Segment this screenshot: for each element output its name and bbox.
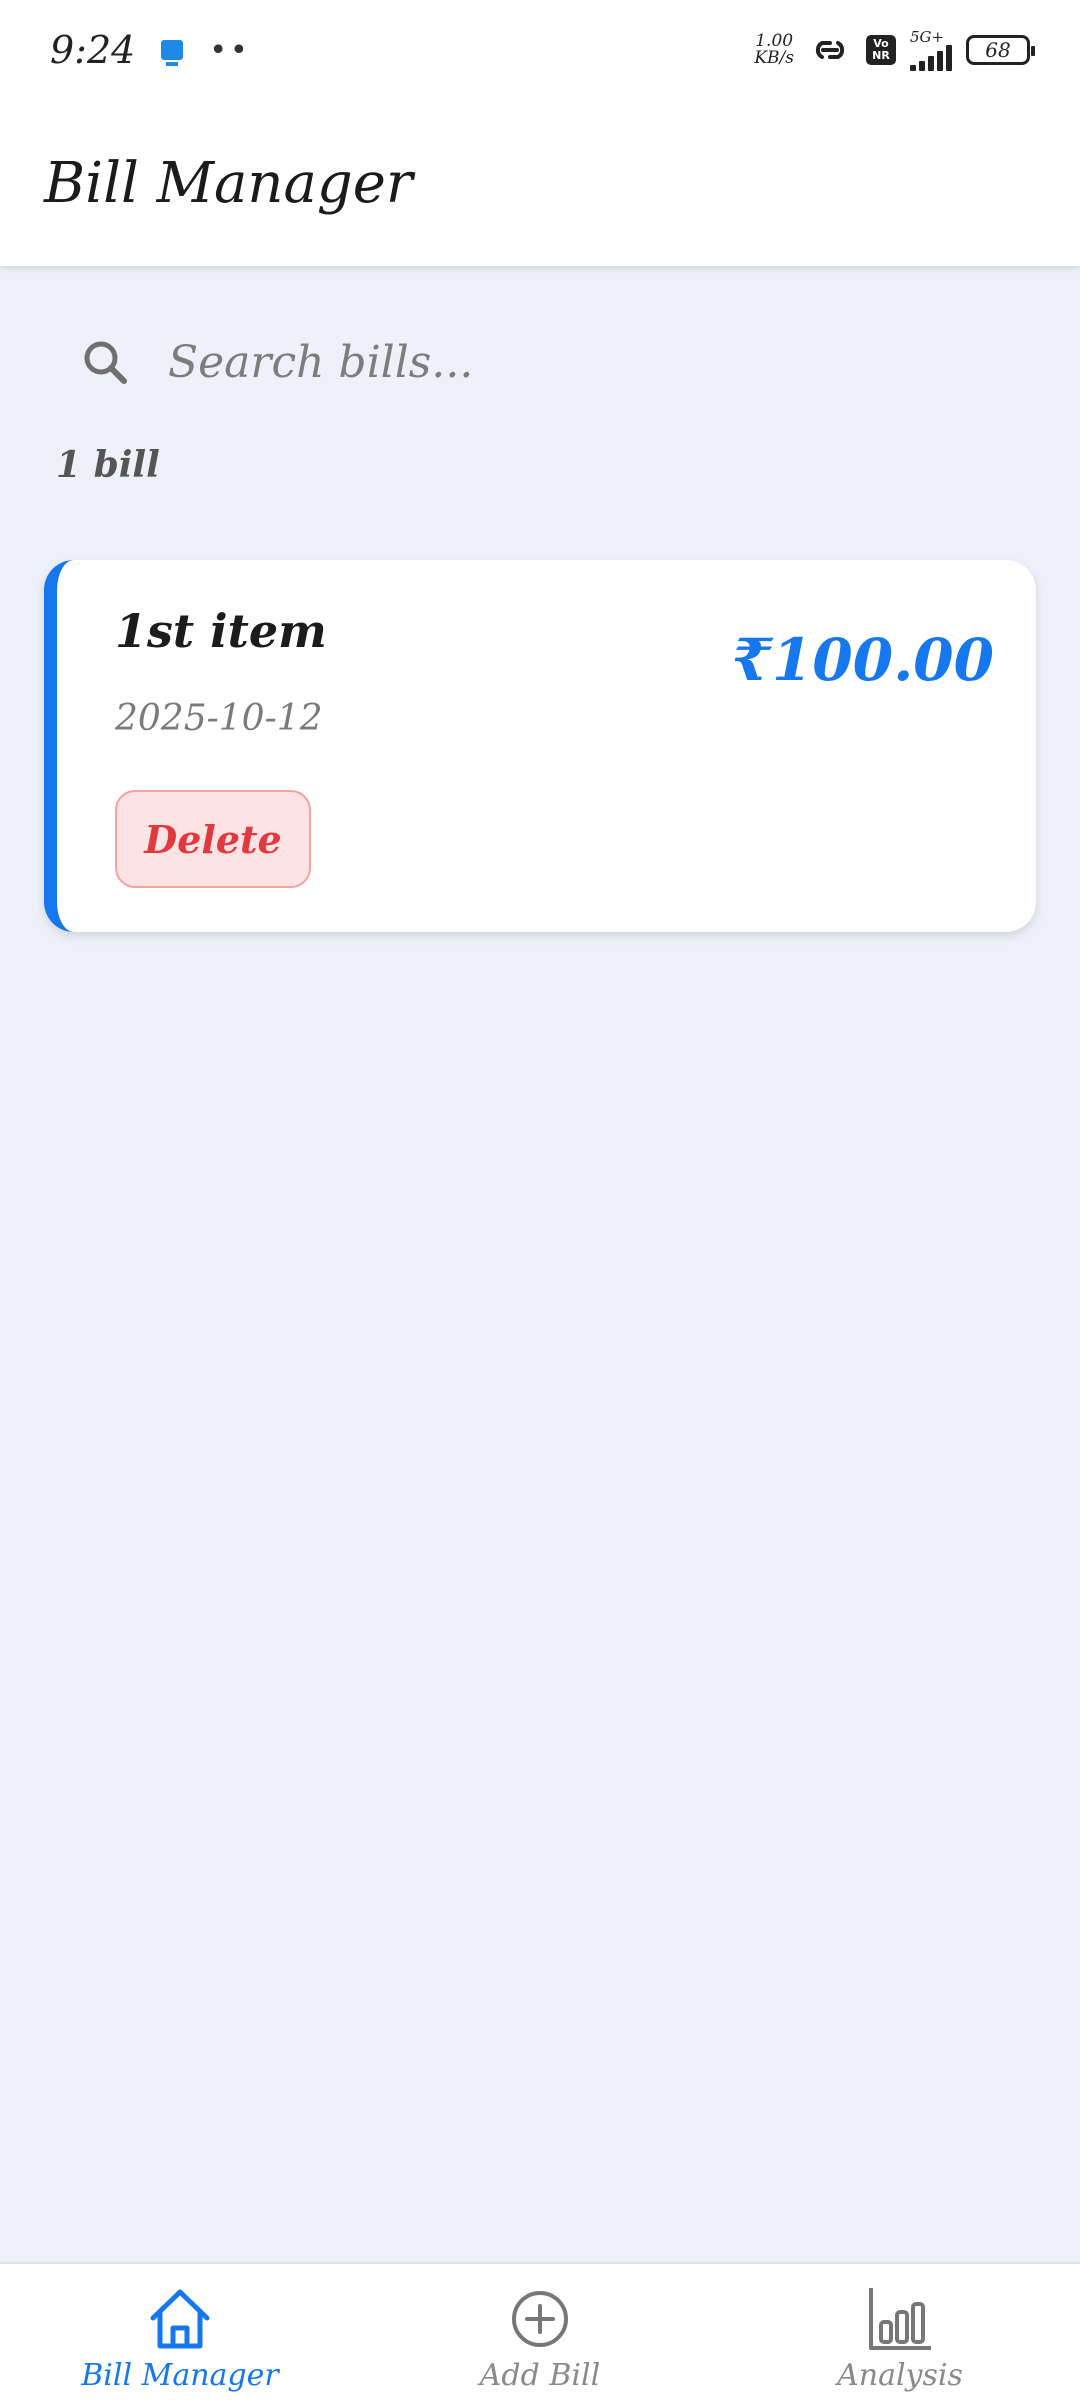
- app-bar: Bill Manager: [0, 100, 1080, 266]
- network-speed-unit: KB/s: [754, 48, 794, 68]
- battery-icon: 68: [966, 35, 1035, 65]
- status-time: 9:24: [50, 28, 136, 72]
- bill-card[interactable]: 1st item 2025-10-12 ₹100.00 Delete: [44, 560, 1036, 932]
- hotspot-link-icon: [815, 41, 845, 59]
- signal-bar: [928, 55, 934, 71]
- bill-name: 1st item: [115, 604, 327, 658]
- signal-bar: [946, 44, 952, 71]
- bill-count: 1 bill: [56, 444, 160, 486]
- nav-label: Add Bill: [479, 2358, 601, 2393]
- home-icon: [150, 2289, 210, 2349]
- nav-item-analysis[interactable]: Analysis: [720, 2264, 1080, 2400]
- search-input[interactable]: [168, 336, 948, 388]
- network-speed: 1.00 KB/s: [754, 33, 794, 67]
- vonr-icon: Vo NR: [866, 35, 896, 65]
- signal-icon: 5G+: [910, 27, 952, 71]
- page-title: Bill Manager: [44, 150, 413, 216]
- more-notifications-icon: ••: [209, 32, 251, 68]
- add-circle-icon: [512, 2291, 568, 2347]
- search-icon: [84, 341, 127, 384]
- notification-app-icon: [161, 40, 184, 66]
- delete-button[interactable]: Delete: [115, 790, 311, 888]
- app-screen: 9:24 •• 1.00 KB/s Vo NR 5G+ 68 Bill Mana…: [0, 0, 1080, 2400]
- status-bar: 9:24 •• 1.00 KB/s Vo NR 5G+ 68: [0, 0, 1080, 100]
- search-bar: [80, 322, 1000, 402]
- signal-bar: [910, 64, 916, 71]
- bill-amount: ₹100.00: [731, 626, 994, 694]
- nav-item-bill-manager[interactable]: Bill Manager: [0, 2264, 360, 2400]
- signal-bar: [919, 60, 925, 71]
- signal-bar: [937, 50, 943, 71]
- vonr-line2: NR: [872, 49, 890, 62]
- nav-label: Bill Manager: [81, 2358, 279, 2393]
- bottom-nav: Bill Manager Add Bill Analysis: [0, 2262, 1080, 2400]
- bar-chart-icon: [869, 2288, 931, 2350]
- bill-date: 2025-10-12: [115, 698, 323, 739]
- nav-item-add-bill[interactable]: Add Bill: [360, 2264, 720, 2400]
- signal-label: 5G+: [910, 27, 945, 46]
- battery-level: 68: [985, 38, 1011, 62]
- nav-label: Analysis: [837, 2358, 963, 2393]
